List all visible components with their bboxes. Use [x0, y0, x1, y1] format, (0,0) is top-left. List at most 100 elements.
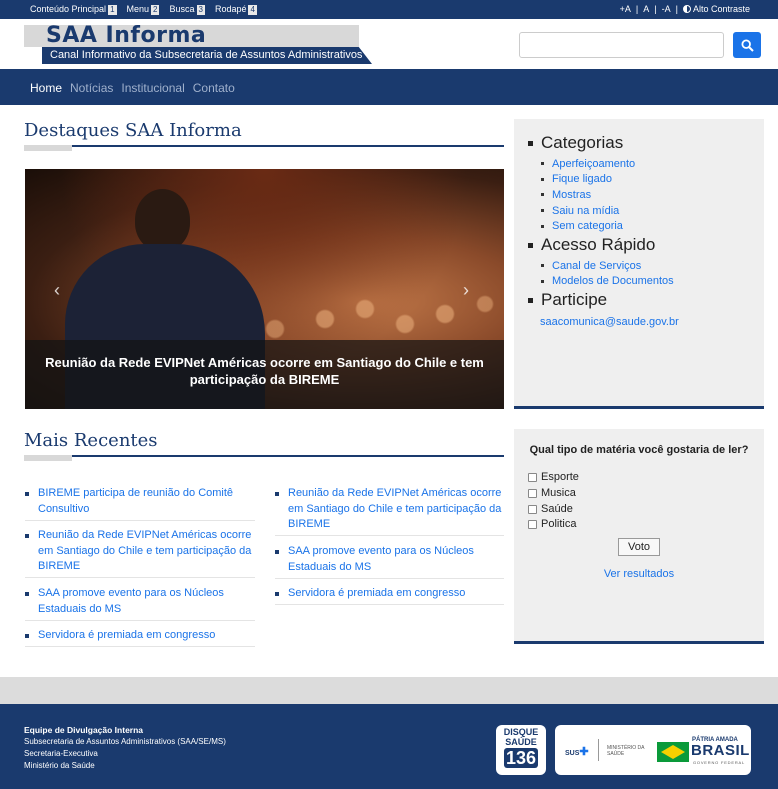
slide-caption[interactable]: Reunião da Rede EVIPNet Américas ocorre …	[25, 340, 504, 409]
high-contrast-link[interactable]: Alto Contraste	[682, 4, 750, 14]
plus-icon: ✚	[579, 746, 589, 758]
categories-list: Aperfeiçoamento Fique ligado Mostras Sai…	[541, 156, 635, 234]
government-logos[interactable]: SUS✚ MINISTÉRIO DA SAÚDE PÁTRIA AMADA BRA…	[555, 725, 751, 775]
quick-link[interactable]: Canal de Serviços	[541, 258, 674, 274]
divider	[598, 739, 599, 761]
highlights-title: Destaques SAA Informa	[24, 120, 242, 141]
logo-subtitle: Canal Informativo da Subsecretaria de As…	[50, 49, 363, 61]
recent-news-link[interactable]: SAA promove evento para os Núcleos Estad…	[275, 544, 504, 579]
font-normal-link[interactable]: A	[643, 4, 649, 14]
sus-text: SUS	[565, 750, 580, 757]
skip-to-menu-link[interactable]: Menu 2	[127, 4, 160, 15]
category-link[interactable]: Saiu na mídia	[541, 203, 635, 219]
site-logo[interactable]: SAA Informa Canal Informativo da Subsecr…	[24, 23, 372, 65]
access-key: 2	[151, 5, 160, 15]
accessibility-links: Conteúdo Principal 1 Menu 2 Busca 3 Rodapé 4	[30, 4, 257, 15]
separator: |	[654, 4, 657, 14]
vote-button[interactable]: Voto	[618, 538, 660, 556]
poll-widget: Qual tipo de matéria você gostaria de le…	[514, 429, 764, 644]
footer-line: Subsecretaria de Assuntos Administrativo…	[24, 737, 226, 746]
category-link[interactable]: Fique ligado	[541, 172, 635, 188]
category-link[interactable]: Aperfeiçoamento	[541, 156, 635, 172]
search-icon	[740, 38, 754, 52]
categories-heading: Categorias	[528, 133, 623, 153]
poll-option-label: Politica	[541, 518, 577, 530]
disque-saude-logo[interactable]: DISQUE SAÚDE 136	[496, 725, 546, 775]
contrast-label: Alto Contraste	[692, 4, 750, 14]
nav-item-institucional[interactable]: Institucional	[121, 81, 184, 95]
recent-news-link[interactable]: BIREME participa de reunião do Comitê Co…	[25, 486, 255, 521]
access-key: 3	[196, 5, 205, 15]
view-results-link[interactable]: Ver resultados	[514, 568, 764, 580]
footer-team: Equipe de Divulgação Interna	[24, 725, 144, 735]
footer-line: Secretaria-Executiva	[24, 749, 98, 758]
search-input[interactable]	[519, 32, 724, 58]
recent-title: Mais Recentes	[24, 430, 158, 451]
brasil-text: BRASIL	[691, 742, 750, 759]
nav-item-noticias[interactable]: Notícias	[70, 81, 113, 95]
recent-news-link[interactable]: Servidora é premiada em congresso	[275, 586, 504, 605]
ministerio-line: SAÚDE	[607, 751, 625, 757]
recent-news-link[interactable]: Reunião da Rede EVIPNet Américas ocorre …	[275, 486, 504, 536]
poll-question: Qual tipo de matéria você gostaria de le…	[529, 444, 749, 456]
logo-title: SAA Informa	[46, 23, 207, 48]
skip-label: Menu	[126, 4, 150, 14]
category-link[interactable]: Mostras	[541, 187, 635, 203]
checkbox[interactable]	[528, 519, 537, 529]
poll-option-esporte[interactable]: Esporte	[528, 471, 579, 483]
poll-option-saude[interactable]: Saúde	[528, 503, 573, 515]
nav-item-home[interactable]: Home	[30, 81, 62, 95]
governo-federal-text: GOVERNO FEDERAL	[693, 760, 746, 765]
ministerio-logo: MINISTÉRIO DA SAÚDE	[607, 745, 645, 757]
poll-option-label: Esporte	[541, 471, 579, 483]
disque-number: 136	[503, 748, 539, 768]
separator: |	[635, 4, 639, 14]
access-key: 1	[108, 5, 117, 15]
contact-email-link[interactable]: saacomunica@saude.gov.br	[540, 316, 679, 328]
skip-label: Rodapé	[214, 4, 247, 14]
recent-news-link[interactable]: Servidora é premiada em congresso	[25, 628, 255, 647]
checkbox[interactable]	[528, 504, 537, 514]
category-link[interactable]: Sem categoria	[541, 218, 635, 234]
quick-access-list: Canal de Serviços Modelos de Documentos	[541, 258, 674, 289]
accessibility-bar: Conteúdo Principal 1 Menu 2 Busca 3 Rodapé 4…	[0, 0, 778, 19]
saude-label: SAÚDE	[505, 737, 537, 747]
recent-news-link[interactable]: SAA promove evento para os Núcleos Estad…	[25, 586, 255, 621]
quick-link[interactable]: Modelos de Documentos	[541, 274, 674, 290]
footer-divider-band	[0, 677, 778, 704]
site-header: SAA Informa Canal Informativo da Subsecr…	[0, 19, 778, 69]
nav-item-contato[interactable]: Contato	[193, 81, 235, 95]
carousel-next-icon[interactable]: ›	[463, 280, 469, 301]
poll-option-politica[interactable]: Politica	[528, 518, 576, 530]
skip-to-footer-link[interactable]: Rodapé 4	[215, 4, 257, 15]
skip-to-content-link[interactable]: Conteúdo Principal 1	[30, 4, 117, 15]
access-key: 4	[248, 5, 257, 15]
skip-to-search-link[interactable]: Busca 3	[169, 4, 205, 15]
highlights-underline	[24, 145, 504, 151]
recent-underline	[24, 455, 504, 461]
sidebar: Categorias Aperfeiçoamento Fique ligado …	[514, 119, 764, 409]
poll-option-label: Musica	[541, 487, 576, 499]
font-decrease-link[interactable]: -A	[662, 4, 671, 14]
font-controls: +A | A | -A | Alto Contraste	[620, 4, 750, 14]
recent-news-link[interactable]: Reunião da Rede EVIPNet Américas ocorre …	[25, 528, 255, 578]
poll-option-label: Saúde	[541, 503, 573, 515]
search-button[interactable]	[733, 32, 761, 58]
poll-option-musica[interactable]: Musica	[528, 487, 576, 499]
carousel-prev-icon[interactable]: ‹	[54, 280, 60, 301]
quick-access-heading: Acesso Rápido	[528, 235, 655, 255]
separator: |	[675, 4, 678, 14]
disque-label: DISQUE	[503, 727, 539, 737]
checkbox[interactable]	[528, 488, 537, 498]
footer-line: Ministério da Saúde	[24, 761, 95, 770]
skip-label: Busca	[169, 4, 195, 14]
skip-label: Conteúdo Principal	[30, 4, 107, 14]
site-footer: Equipe de Divulgação Interna Subsecretar…	[0, 704, 778, 789]
font-increase-link[interactable]: +A	[620, 4, 631, 14]
main-nav: Home Notícias Institucional Contato	[0, 69, 778, 105]
sus-logo: SUS✚	[565, 745, 589, 758]
participe-heading: Participe	[528, 290, 607, 310]
brazil-flag-icon	[657, 742, 689, 762]
checkbox[interactable]	[528, 472, 537, 482]
contrast-icon	[682, 5, 691, 13]
